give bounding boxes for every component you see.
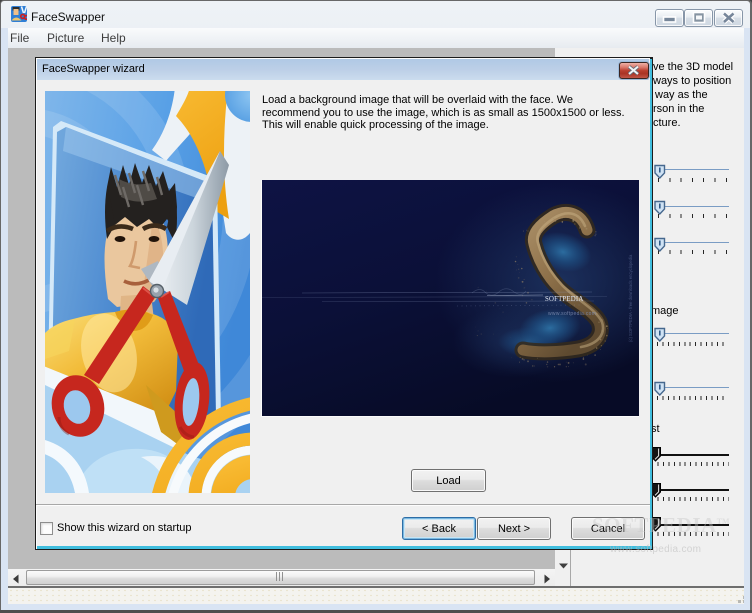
svg-text:(c) SOFTPEDIA - free downloads: (c) SOFTPEDIA - free downloads encyclope… — [628, 254, 633, 342]
svg-text:www.softpedia.com: www.softpedia.com — [548, 311, 596, 317]
svg-text:SOFTPEDIA: SOFTPEDIA — [545, 296, 583, 303]
